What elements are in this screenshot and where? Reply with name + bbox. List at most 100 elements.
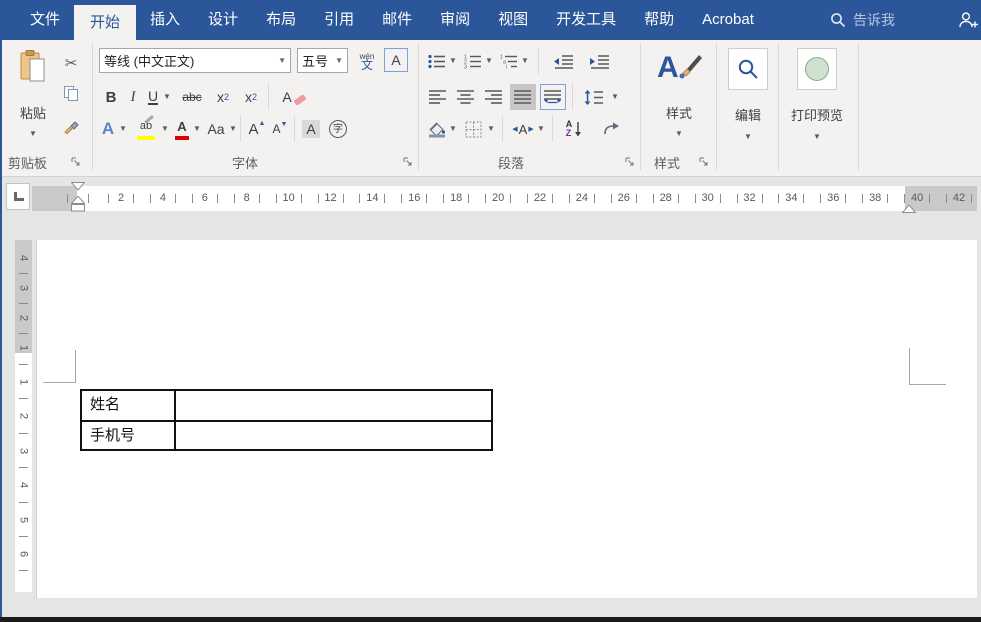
ribbon-tab[interactable]: 邮件: [368, 0, 426, 40]
superscript-button[interactable]: x2: [238, 84, 264, 110]
print-preview-button[interactable]: 打印预览 ▼: [784, 43, 850, 149]
grow-font-button[interactable]: A▲: [246, 116, 268, 142]
show-hide-marks-button[interactable]: [598, 116, 624, 142]
tab-stop-selector[interactable]: [6, 183, 30, 210]
text-effects-button[interactable]: A: [98, 116, 118, 142]
borders-button[interactable]: [462, 116, 484, 142]
clear-formatting-button[interactable]: A: [278, 84, 310, 110]
styles-brush-icon: [677, 53, 703, 79]
table-cell-phone-value[interactable]: [176, 422, 491, 449]
change-case-button[interactable]: Aa: [204, 116, 228, 142]
ribbon-tab[interactable]: 布局: [252, 0, 310, 40]
table-cell-name-label[interactable]: 姓名: [82, 391, 176, 420]
multilevel-list-button[interactable]: 1 a i: [498, 48, 520, 74]
numbering-dropdown-arrow[interactable]: ▼: [484, 48, 494, 74]
multilevel-dropdown-arrow[interactable]: ▼: [520, 48, 530, 74]
up-triangle-icon: ▲: [259, 120, 266, 127]
vertical-ruler[interactable]: 4321 123456: [15, 240, 32, 592]
ribbon-tab[interactable]: 审阅: [426, 0, 484, 40]
line-spacing-button[interactable]: [580, 84, 608, 110]
font-name-combo[interactable]: 等线 (中文正文) ▼: [99, 48, 291, 73]
align-left-button[interactable]: [426, 84, 450, 110]
bullets-button[interactable]: [426, 48, 448, 74]
ribbon-tab[interactable]: 插入: [136, 0, 194, 40]
bold-button[interactable]: B: [100, 84, 122, 110]
font-size-combo[interactable]: 五号 ▼: [297, 48, 348, 73]
cut-button[interactable]: ✂: [58, 50, 84, 76]
justify-button[interactable]: [510, 84, 536, 110]
font-color-dropdown-arrow[interactable]: ▼: [192, 116, 202, 142]
left-triangle-icon: ◀: [512, 125, 517, 133]
font-color-button[interactable]: A: [172, 116, 192, 142]
multilevel-list-icon: 1 a i: [500, 54, 518, 69]
align-center-button[interactable]: [454, 84, 478, 110]
right-indent-marker[interactable]: [902, 205, 916, 213]
styles-button[interactable]: A 样式 ▼: [649, 43, 709, 149]
phonetic-guide-button[interactable]: wén 文: [354, 48, 380, 74]
numbering-button[interactable]: 1 2 3: [462, 48, 484, 74]
shading-button[interactable]: [426, 116, 448, 142]
cjk-layout-button[interactable]: ◀ A ▶: [510, 116, 536, 142]
ribbon-tab[interactable]: Acrobat: [688, 0, 768, 40]
ribbon-tab[interactable]: 帮助: [630, 0, 688, 40]
first-line-indent-marker[interactable]: [71, 182, 85, 191]
table-cell-phone-label[interactable]: 手机号: [82, 422, 176, 449]
bullets-dropdown-arrow[interactable]: ▼: [448, 48, 458, 74]
distribute-button[interactable]: [540, 84, 566, 110]
line-spacing-dropdown-arrow[interactable]: ▼: [610, 84, 620, 110]
ribbon-tab[interactable]: 开始: [74, 5, 136, 40]
ribbon-tab[interactable]: 开发工具: [542, 0, 630, 40]
paint-bucket-icon: [428, 121, 447, 138]
print-preview-dropdown-arrow[interactable]: ▼: [784, 133, 850, 141]
ribbon-tab[interactable]: 文件: [16, 0, 74, 40]
align-right-icon: [485, 90, 503, 104]
paste-dropdown-arrow[interactable]: ▼: [8, 130, 58, 138]
underline-button[interactable]: U: [144, 84, 162, 110]
editing-dropdown-arrow[interactable]: ▼: [722, 133, 774, 141]
ribbon-tab[interactable]: 引用: [310, 0, 368, 40]
align-right-button[interactable]: [482, 84, 506, 110]
hanging-indent-marker[interactable]: [71, 196, 85, 204]
format-painter-button[interactable]: [58, 112, 84, 138]
clipboard-dialog-launcher[interactable]: [70, 155, 81, 166]
mini-divider: [572, 84, 573, 110]
highlight-color-button[interactable]: ab: [134, 116, 158, 142]
enclose-characters-button[interactable]: 字: [326, 116, 350, 142]
styles-dialog-launcher[interactable]: [698, 155, 709, 166]
strikethrough-button[interactable]: abc: [176, 84, 208, 110]
subscript-button[interactable]: x2: [210, 84, 236, 110]
editing-button[interactable]: 编辑 ▼: [722, 43, 774, 149]
character-border-button[interactable]: A: [384, 48, 408, 72]
highlight-dropdown-arrow[interactable]: ▼: [160, 116, 170, 142]
decrease-indent-button[interactable]: [550, 48, 578, 74]
italic-button[interactable]: I: [124, 84, 142, 110]
change-case-dropdown-arrow[interactable]: ▼: [228, 116, 238, 142]
group-divider: [92, 44, 93, 170]
ribbon-tab[interactable]: 设计: [194, 0, 252, 40]
align-left-icon: [429, 90, 447, 104]
tell-me-search[interactable]: 告诉我: [830, 0, 895, 40]
underline-dropdown-arrow[interactable]: ▼: [162, 84, 172, 110]
horizontal-ruler[interactable]: 24681012141618202224262830323436384042: [32, 186, 977, 211]
text-effects-dropdown-arrow[interactable]: ▼: [118, 116, 128, 142]
shading-dropdown-arrow[interactable]: ▼: [448, 116, 458, 142]
ruler-tick: [19, 502, 28, 503]
table-cell-name-value[interactable]: [176, 391, 491, 420]
styles-dropdown-arrow[interactable]: ▼: [649, 130, 709, 138]
sort-button[interactable]: A Z: [560, 116, 588, 142]
margin-crop-mark: [43, 382, 76, 383]
ruler-number: 8: [233, 186, 261, 211]
paragraph-dialog-launcher[interactable]: [624, 155, 635, 166]
copy-button[interactable]: [58, 80, 84, 106]
increase-indent-button[interactable]: [586, 48, 614, 74]
font-size-value: 五号: [302, 51, 328, 70]
account-share-button[interactable]: [957, 0, 979, 40]
cjk-layout-dropdown-arrow[interactable]: ▼: [536, 116, 546, 142]
font-dialog-launcher[interactable]: [402, 155, 413, 166]
left-indent-marker[interactable]: [71, 204, 85, 212]
borders-dropdown-arrow[interactable]: ▼: [486, 116, 496, 142]
ribbon-tab[interactable]: 视图: [484, 0, 542, 40]
paste-button[interactable]: 粘贴 ▼: [8, 43, 58, 149]
character-shading-button[interactable]: A: [300, 116, 322, 142]
shrink-font-button[interactable]: A▼: [270, 116, 290, 142]
